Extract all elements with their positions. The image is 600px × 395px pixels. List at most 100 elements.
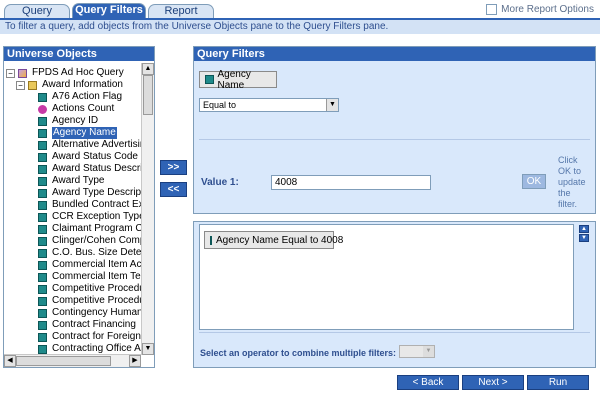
tree-item[interactable]: CCR Exception Type — [38, 211, 141, 223]
collapse-icon[interactable]: − — [6, 68, 15, 78]
move-up-icon[interactable]: ▲ — [579, 225, 589, 233]
tree-item[interactable]: Bundled Contract Excep — [38, 199, 141, 211]
tree-item[interactable]: Award Status Descriptio — [38, 163, 141, 175]
tree-item-label: Award Type — [52, 175, 105, 186]
tree-item[interactable]: Award Type — [38, 175, 104, 187]
tree-item-label: Commercial Item Test Pro — [52, 271, 141, 282]
more-options-label: More Report Options — [501, 4, 594, 15]
tree-vertical-scrollbar[interactable]: ▲ ▼ — [141, 63, 154, 355]
more-options-checkbox[interactable] — [486, 4, 498, 15]
value-label: Value 1: — [201, 177, 239, 188]
tree-item[interactable]: C.O. Bus. Size Determin — [38, 247, 141, 259]
scroll-right-icon[interactable]: ▶ — [129, 355, 141, 367]
tree-item-label: Competitive Procedures — [52, 295, 141, 306]
run-button[interactable]: Run — [527, 375, 589, 390]
filter-object-label: Agency Name — [217, 68, 251, 91]
tree-item-label: Award Type Description — [52, 187, 141, 198]
divider — [199, 139, 590, 140]
tree-item[interactable]: Commercial Item Test Pro — [38, 271, 141, 283]
tab-query-filters[interactable]: Query Filters — [72, 3, 146, 18]
dimension-icon — [205, 75, 214, 84]
tab-strip: Query Query Filters Report More Report O… — [0, 0, 600, 18]
combine-operator-select[interactable]: ▼ — [399, 345, 435, 358]
filter-object-button[interactable]: Agency Name — [199, 68, 277, 91]
dimension-icon — [38, 188, 47, 198]
ok-button[interactable]: OK — [522, 174, 546, 189]
tree-item[interactable]: Award Status Code — [38, 151, 138, 163]
tree-root-label: FPDS Ad Hoc Query — [32, 67, 124, 78]
tree-item[interactable]: Agency ID — [38, 115, 98, 127]
tree-item-label: Competitive Procedures — [52, 283, 141, 294]
combine-label: Select an operator to combine multiple f… — [200, 348, 397, 358]
scroll-up-icon[interactable]: ▲ — [142, 63, 154, 75]
tree-item[interactable]: A76 Action Flag — [38, 91, 122, 103]
dimension-icon — [38, 128, 47, 138]
ok-hint: Click OK to update the filter. — [558, 155, 586, 209]
tree-item[interactable]: Claimant Program Code — [38, 223, 141, 235]
tree-horizontal-scrollbar[interactable]: ◀ ▶ — [4, 354, 141, 367]
remove-filter-button[interactable]: << — [160, 182, 187, 197]
dimension-icon — [38, 344, 47, 354]
more-report-options[interactable]: More Report Options — [486, 4, 594, 15]
tab-query[interactable]: Query — [4, 4, 70, 18]
scroll-down-icon[interactable]: ▼ — [142, 343, 154, 355]
tree-folder[interactable]: − Award Information — [16, 79, 123, 91]
operator-select[interactable]: Equal to ▼ — [199, 98, 339, 112]
tree-item[interactable]: Alternative Advertising F — [38, 139, 141, 151]
chevron-down-icon[interactable]: ▼ — [326, 99, 338, 111]
tree-item[interactable]: Contract Financing — [38, 319, 136, 331]
tree-item-label: Actions Count — [52, 103, 115, 114]
dimension-icon — [38, 260, 47, 270]
tree-item[interactable]: Award Type Description — [38, 187, 141, 199]
query-filters-panel: Query Filters Agency Name Equal to ▼ Val… — [193, 46, 596, 214]
back-button[interactable]: < Back — [397, 375, 459, 390]
filter-item-label: Agency Name Equal to 4008 — [216, 234, 344, 246]
tree-item[interactable]: Commercial Item Acquisi — [38, 259, 141, 271]
chevron-down-icon[interactable]: ▼ — [423, 346, 434, 357]
dimension-icon — [38, 248, 47, 258]
tree-item-label: Award Status Code — [52, 151, 138, 162]
filter-list: Agency Name Equal to 4008 — [199, 224, 574, 330]
dimension-icon — [38, 308, 47, 318]
tree-item-label: Clinger/Cohen Complianc — [52, 235, 141, 246]
tree-item[interactable]: Contract for Foreign Ent — [38, 331, 141, 343]
tree-item[interactable]: Agency Name — [38, 127, 117, 139]
dimension-icon — [38, 284, 47, 294]
dimension-icon — [38, 116, 47, 126]
universe-objects-title: Universe Objects — [4, 47, 154, 61]
tree-item[interactable]: Competitive Procedures — [38, 283, 141, 295]
scroll-thumb[interactable] — [16, 356, 111, 366]
scroll-left-icon[interactable]: ◀ — [4, 355, 16, 367]
scroll-thumb[interactable] — [143, 75, 153, 115]
add-filter-button[interactable]: >> — [160, 160, 187, 175]
measure-icon — [38, 104, 47, 114]
dimension-icon — [38, 200, 47, 210]
dimension-icon — [38, 296, 47, 306]
dimension-icon — [38, 224, 47, 234]
collapse-icon[interactable]: − — [16, 80, 25, 90]
tree-item[interactable]: Competitive Procedures — [38, 295, 141, 307]
tab-report[interactable]: Report — [148, 4, 214, 18]
filter-list-panel: Agency Name Equal to 4008 ▲ ▼ Select an … — [193, 221, 596, 368]
tree-item-label: Bundled Contract Excep — [52, 199, 141, 210]
tree-item[interactable]: Clinger/Cohen Complianc — [38, 235, 141, 247]
tree-item-label: Commercial Item Acquisi — [52, 259, 141, 270]
filter-item[interactable]: Agency Name Equal to 4008 — [204, 231, 343, 249]
instruction-bar: To filter a query, add objects from the … — [0, 18, 600, 34]
tree-item-label: Agency Name — [52, 127, 117, 139]
dimension-icon — [38, 92, 47, 102]
move-down-icon[interactable]: ▼ — [579, 234, 589, 242]
tree-root[interactable]: − FPDS Ad Hoc Query — [6, 67, 124, 79]
value-input[interactable]: 4008 — [271, 175, 431, 190]
dimension-icon — [38, 320, 47, 330]
tree-item-label: Contract Financing — [52, 319, 136, 330]
tree-item-label: A76 Action Flag — [52, 91, 123, 102]
universe-icon — [18, 68, 27, 78]
universe-tree: − FPDS Ad Hoc Query − Award Information … — [4, 63, 141, 355]
tree-item-label: C.O. Bus. Size Determin — [52, 247, 141, 258]
tree-item[interactable]: Contingency Humanitaria — [38, 307, 141, 319]
folder-icon — [28, 80, 37, 90]
tree-item-label: CCR Exception Type — [52, 211, 141, 222]
next-button[interactable]: Next > — [462, 375, 524, 390]
tree-item[interactable]: Actions Count — [38, 103, 114, 115]
